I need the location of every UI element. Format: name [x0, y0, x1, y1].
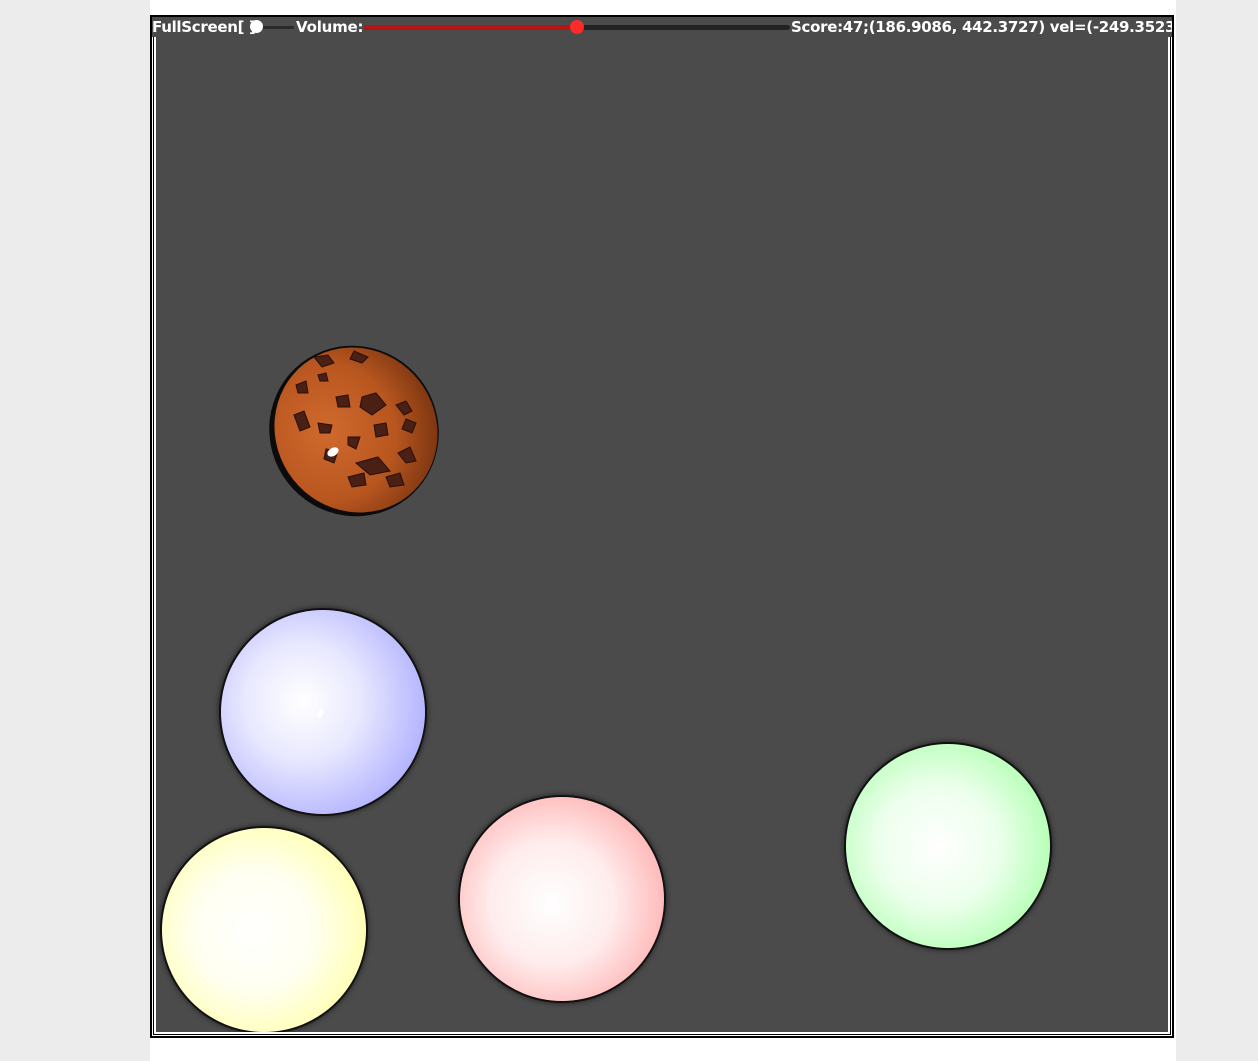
yellow-ball[interactable] [162, 828, 366, 1032]
fullscreen-toggle-track[interactable] [260, 26, 294, 29]
volume-label: Volume: [296, 18, 364, 36]
green-ball[interactable] [846, 744, 1050, 948]
red-ball[interactable] [460, 797, 664, 1001]
ball-highlight [548, 896, 557, 907]
ball-highlight [929, 845, 937, 851]
volume-fill [364, 25, 577, 30]
blue-ball[interactable] [221, 610, 425, 814]
fullscreen-label: FullScreen[ ] [152, 18, 256, 36]
score-status-text: Score:47;(186.9086, 442.3727) vel=(-249.… [791, 18, 1172, 36]
cookie-icon[interactable] [266, 345, 442, 517]
top-toolbar: FullScreen[ ] Volume: Score:47;(186.9086… [152, 17, 1172, 37]
ball-highlight [316, 708, 325, 719]
volume-slider-handle[interactable] [570, 20, 584, 34]
fullscreen-toggle[interactable] [250, 20, 263, 33]
game-canvas[interactable] [156, 30, 1168, 1032]
